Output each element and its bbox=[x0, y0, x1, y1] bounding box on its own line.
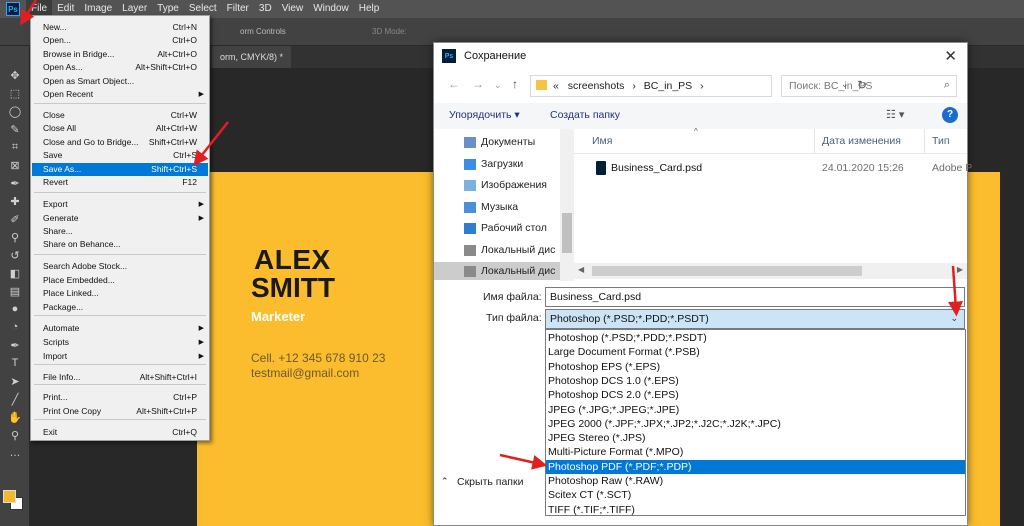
arrow-to-save-as bbox=[193, 121, 229, 166]
arrow-to-filetype-select bbox=[947, 265, 963, 317]
arrow-to-pdf-option bbox=[499, 453, 548, 470]
annotation-arrows bbox=[19, 0, 963, 470]
arrow-to-file-menu bbox=[19, 0, 38, 26]
